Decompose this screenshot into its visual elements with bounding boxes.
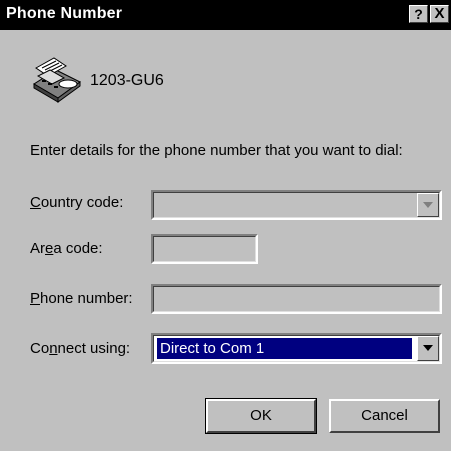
connect-using-dropdown-arrow[interactable]: [417, 336, 439, 361]
country-code-label: Country code:: [30, 194, 123, 211]
area-code-inner: [153, 236, 256, 262]
phone-number-field[interactable]: [151, 284, 442, 314]
country-code-inner: [153, 192, 440, 218]
connection-name: 1203-GU6: [90, 72, 164, 89]
country-code-dropdown-arrow[interactable]: [417, 193, 439, 217]
connect-using-label-rest: nect using:: [57, 340, 131, 357]
close-button[interactable]: X: [430, 5, 449, 23]
country-code-label-rest: ountry code:: [40, 194, 124, 211]
window-title: Phone Number: [6, 5, 123, 22]
connect-using-value: Direct to Com 1: [157, 338, 412, 359]
chevron-down-icon: [423, 202, 433, 208]
area-code-label: Area code:: [30, 240, 103, 257]
phone-number-dialog: Phone Number ? X 1203-GU6 Enter details …: [0, 0, 451, 451]
country-code-access-key: C: [30, 194, 41, 211]
phone-number-inner: [153, 286, 440, 312]
connect-using-label-part: Co: [30, 340, 50, 357]
area-code-label-part: Ar: [30, 240, 45, 257]
phone-number-label: Phone number:: [30, 290, 133, 307]
area-code-label-rest: a code:: [53, 240, 103, 257]
phone-number-access-key: P: [30, 290, 41, 307]
instruction-text: Enter details for the phone number that …: [30, 142, 403, 159]
chevron-down-icon: [423, 345, 433, 351]
ok-button[interactable]: OK: [205, 398, 317, 434]
area-code-field[interactable]: [151, 234, 258, 264]
country-code-dropdown[interactable]: [151, 190, 442, 220]
help-button[interactable]: ?: [409, 5, 428, 23]
connect-using-dropdown[interactable]: Direct to Com 1: [151, 333, 442, 364]
title-bar[interactable]: Phone Number ? X: [0, 0, 451, 30]
connect-using-label: Connect using:: [30, 340, 130, 357]
phone-number-label-rest: hone number:: [40, 290, 133, 307]
connect-using-access-key: n: [49, 340, 58, 357]
cancel-button[interactable]: Cancel: [329, 399, 440, 433]
phone-fax-icon: [33, 57, 81, 103]
